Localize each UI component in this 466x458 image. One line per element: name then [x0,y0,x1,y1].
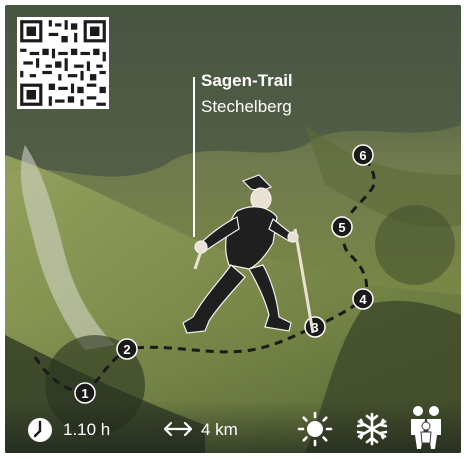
clock-icon [28,418,52,442]
trail-card[interactable]: Sagen-Trail Stechelberg 1 2 3 4 5 6 1.10… [5,5,461,453]
hiker-illustration [182,174,315,334]
waypoint-label: 4 [359,292,367,307]
family-icon [411,406,441,449]
waypoint-2[interactable]: 2 [116,338,138,360]
duration-value: 1.10 h [63,420,111,439]
waypoint-label: 1 [81,386,88,401]
sun-icon [297,411,333,447]
waypoint-label: 5 [338,220,345,235]
double-arrow-icon [163,421,193,437]
waypoint-4[interactable]: 4 [352,288,374,310]
distance-value: 4 km [201,420,238,439]
snowflake-icon [356,412,388,446]
waypoint-label: 2 [123,342,130,357]
waypoint-label: 6 [359,148,366,163]
waypoint-6[interactable]: 6 [352,144,374,166]
waypoint-5[interactable]: 5 [331,216,353,238]
